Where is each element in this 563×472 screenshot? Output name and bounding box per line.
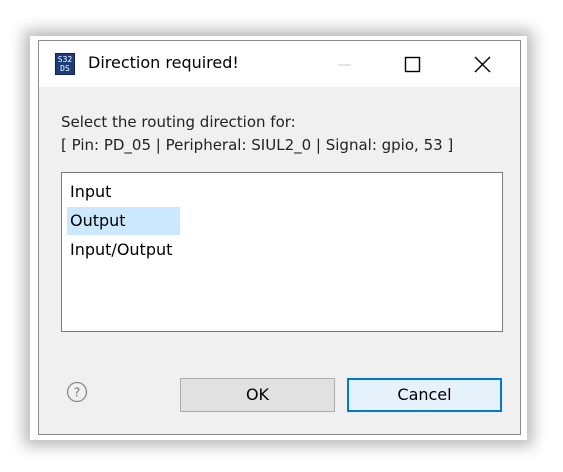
ok-button[interactable]: OK (180, 378, 335, 412)
maximize-icon (404, 56, 421, 73)
close-button[interactable] (459, 41, 505, 87)
cancel-button[interactable]: Cancel (347, 378, 502, 412)
minimize-button[interactable] (321, 41, 367, 87)
svg-text:?: ? (74, 386, 80, 400)
maximize-button[interactable] (389, 41, 435, 87)
minimize-icon (338, 64, 351, 66)
title-bar[interactable]: S32 DS Direction required! (39, 41, 520, 87)
prompt-text: Select the routing direction for: (61, 113, 296, 131)
direction-dialog: S32 DS Direction required! Select the rou… (38, 40, 521, 435)
direction-list[interactable]: Input Output Input/Output (61, 172, 503, 332)
help-button[interactable]: ? (66, 381, 88, 403)
help-icon: ? (66, 381, 88, 403)
s32ds-logo-icon: S32 DS (55, 53, 75, 75)
window-title: Direction required! (88, 53, 239, 72)
pin-details-text: [ Pin: PD_05 | Peripheral: SIUL2_0 | Sig… (61, 136, 454, 154)
list-item-input-output[interactable]: Input/Output (67, 236, 176, 264)
list-item-input[interactable]: Input (67, 178, 115, 206)
list-item-output[interactable]: Output (67, 207, 180, 235)
close-icon (474, 56, 491, 73)
